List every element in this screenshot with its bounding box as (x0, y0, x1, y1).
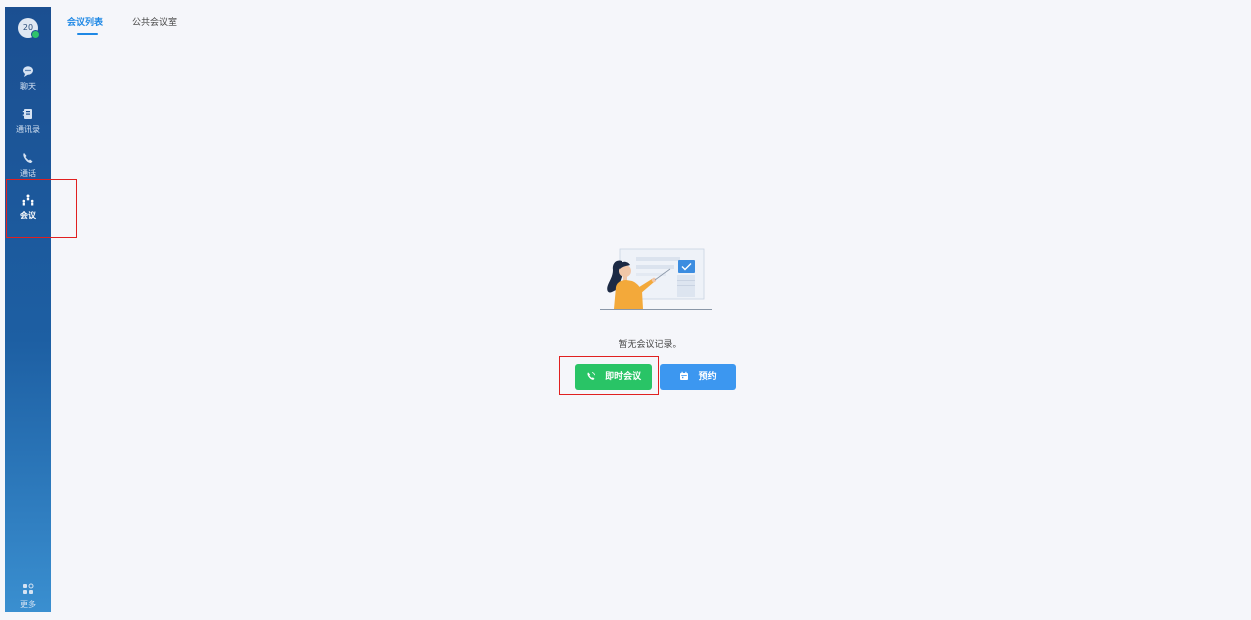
empty-meeting-illustration (600, 248, 712, 310)
highlight-box-meeting-nav (6, 179, 77, 238)
more-apps-icon (23, 583, 34, 594)
schedule-label: 预约 (698, 372, 717, 382)
tab-meeting-list[interactable]: 会议列表 (67, 16, 104, 35)
tab-public-rooms[interactable]: 公共会议室 (132, 16, 177, 30)
sidebar: 20 聊天 通讯录 通话 会议 更多 (5, 7, 51, 612)
online-status-dot (31, 30, 40, 39)
app-window: 20 聊天 通讯录 通话 会议 更多 会议列表 公共会议室 暂无会议记录。 即时… (5, 7, 1251, 612)
sidebar-item-label: 更多 (20, 600, 36, 609)
chat-icon (23, 66, 33, 77)
phone-icon (23, 153, 33, 163)
tab-label: 公共会议室 (132, 18, 178, 28)
contacts-icon (22, 109, 32, 119)
calendar-icon (680, 371, 689, 380)
schedule-meeting-button[interactable]: 预约 (660, 364, 736, 390)
sidebar-item-chat[interactable]: 聊天 (5, 60, 51, 102)
highlight-box-instant-meeting (559, 356, 659, 395)
sidebar-item-label: 聊天 (20, 82, 36, 91)
avatar[interactable]: 20 (18, 18, 40, 39)
sidebar-item-more[interactable]: 更多 (5, 578, 51, 620)
active-tab-indicator (77, 33, 98, 35)
sidebar-item-label: 通话 (20, 169, 36, 178)
sidebar-item-contacts[interactable]: 通讯录 (5, 103, 51, 145)
sidebar-item-label: 通讯录 (16, 125, 40, 134)
empty-state-message: 暂无会议记录。 (618, 340, 682, 350)
tab-label: 会议列表 (67, 18, 104, 28)
